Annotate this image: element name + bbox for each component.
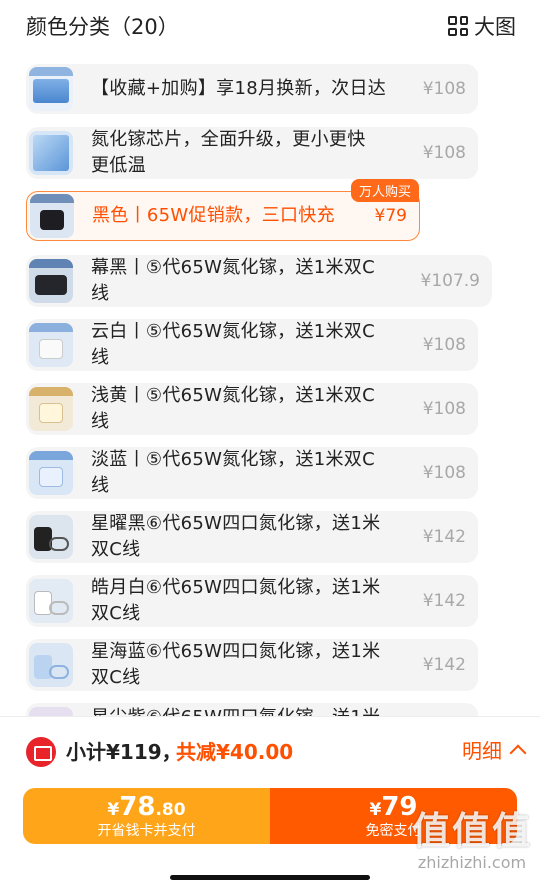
option-price: ¥142 bbox=[422, 591, 466, 611]
product-thumbnail bbox=[29, 131, 73, 175]
color-option-list: 【收藏+加购】享18月换新，次日达 ¥108 氮化镓芯片，全面升级，更小更快 更低… bbox=[0, 52, 540, 716]
color-option-stardust-purple[interactable]: 星尘紫⑥代65W四口氮化镓，送1米 bbox=[26, 703, 478, 716]
color-option-chip[interactable]: 氮化镓芯片，全面升级，更小更快 更低温 ¥108 bbox=[26, 127, 478, 179]
big-view-toggle[interactable]: 大图 bbox=[448, 11, 516, 41]
product-thumbnail bbox=[30, 194, 74, 238]
product-thumbnail bbox=[29, 579, 73, 623]
detail-toggle[interactable]: 明细 bbox=[462, 735, 527, 764]
header: 颜色分类（20） 大图 bbox=[0, 0, 540, 52]
option-price: ¥108 bbox=[422, 399, 466, 419]
color-option-light-blue[interactable]: 淡蓝丨⑤代65W氮化镓，送1米双C 线 ¥108 bbox=[26, 447, 478, 499]
color-option-promo[interactable]: 【收藏+加购】享18月换新，次日达 ¥108 bbox=[26, 64, 478, 114]
chevron-up-icon bbox=[509, 744, 527, 761]
color-option-star-black[interactable]: 星曜黑⑥代65W四口氮化镓，送1米 双C线 ¥142 bbox=[26, 511, 478, 563]
product-thumbnail bbox=[29, 515, 73, 559]
option-price: ¥108 bbox=[422, 143, 466, 163]
coupon-icon bbox=[26, 737, 56, 767]
home-indicator[interactable] bbox=[170, 875, 370, 880]
option-label: 【收藏+加购】享18月换新，次日达 bbox=[91, 78, 387, 99]
discount-text: 共减¥40.00 bbox=[176, 740, 294, 764]
bestseller-badge: 万人购买 bbox=[350, 179, 419, 202]
color-option-black-65w-promo[interactable]: 万人购买 黑色丨65W促销款，三口快充 ¥79 bbox=[26, 179, 420, 241]
option-label: 淡蓝丨⑤代65W氮化镓，送1米双C 线 bbox=[91, 449, 375, 496]
option-label: 皓月白⑥代65W四口氮化镓，送1米 双C线 bbox=[91, 577, 381, 624]
color-option-sea-blue[interactable]: 星海蓝⑥代65W四口氮化镓，送1米 双C线 ¥142 bbox=[26, 639, 478, 691]
grid-icon bbox=[448, 16, 468, 36]
detail-label: 明细 bbox=[462, 739, 502, 763]
option-price: ¥142 bbox=[422, 655, 466, 675]
option-label: 氮化镓芯片，全面升级，更小更快 更低温 bbox=[91, 129, 366, 176]
option-label: 星尘紫⑥代65W四口氮化镓，送1米 bbox=[91, 705, 380, 716]
option-label: 云白丨⑤代65W氮化镓，送1米双C 线 bbox=[91, 321, 375, 368]
color-option-moon-white[interactable]: 皓月白⑥代65W四口氮化镓，送1米 双C线 ¥142 bbox=[26, 575, 478, 627]
product-thumbnail bbox=[29, 707, 73, 716]
option-price: ¥142 bbox=[422, 527, 466, 547]
option-label: 幕黑丨⑤代65W氮化镓，送1米双C 线 bbox=[91, 257, 375, 304]
watermark: 值值值 zhizhizhi.com bbox=[411, 809, 532, 872]
page-title: 颜色分类（20） bbox=[26, 15, 179, 39]
product-thumbnail bbox=[29, 451, 73, 495]
pay-amount: ¥78.80 bbox=[107, 792, 186, 822]
color-option-cloud-white[interactable]: 云白丨⑤代65W氮化镓，送1米双C 线 ¥108 bbox=[26, 319, 478, 371]
option-price: ¥108 bbox=[422, 79, 466, 99]
color-option-mu-black[interactable]: 幕黑丨⑤代65W氮化镓，送1米双C 线 ¥107.9 bbox=[26, 255, 492, 307]
option-label: 星曜黑⑥代65W四口氮化镓，送1米 双C线 bbox=[91, 513, 381, 560]
option-price: ¥79 bbox=[374, 206, 407, 226]
product-thumbnail bbox=[29, 387, 73, 431]
product-thumbnail bbox=[29, 323, 73, 367]
pay-note: 开省钱卡并支付 bbox=[97, 823, 196, 839]
color-option-light-yellow[interactable]: 浅黄丨⑤代65W氮化镓，送1米双C 线 ¥108 bbox=[26, 383, 478, 435]
option-label: 黑色丨65W促销款，三口快充 bbox=[92, 205, 335, 226]
product-thumbnail bbox=[29, 643, 73, 687]
option-price: ¥107.9 bbox=[420, 271, 480, 291]
order-summary: 小计¥119， 共减¥40.00 明细 bbox=[0, 716, 540, 782]
subtotal-text: 小计¥119， bbox=[66, 740, 182, 764]
pay-with-savings-card-button[interactable]: ¥78.80 开省钱卡并支付 bbox=[23, 788, 270, 844]
option-label: 星海蓝⑥代65W四口氮化镓，送1米 双C线 bbox=[91, 641, 381, 688]
option-label: 浅黄丨⑤代65W氮化镓，送1米双C 线 bbox=[91, 385, 375, 432]
product-thumbnail bbox=[29, 67, 73, 111]
option-price: ¥108 bbox=[422, 463, 466, 483]
big-view-label: 大图 bbox=[474, 15, 516, 39]
option-price: ¥108 bbox=[422, 335, 466, 355]
product-thumbnail bbox=[29, 259, 73, 303]
